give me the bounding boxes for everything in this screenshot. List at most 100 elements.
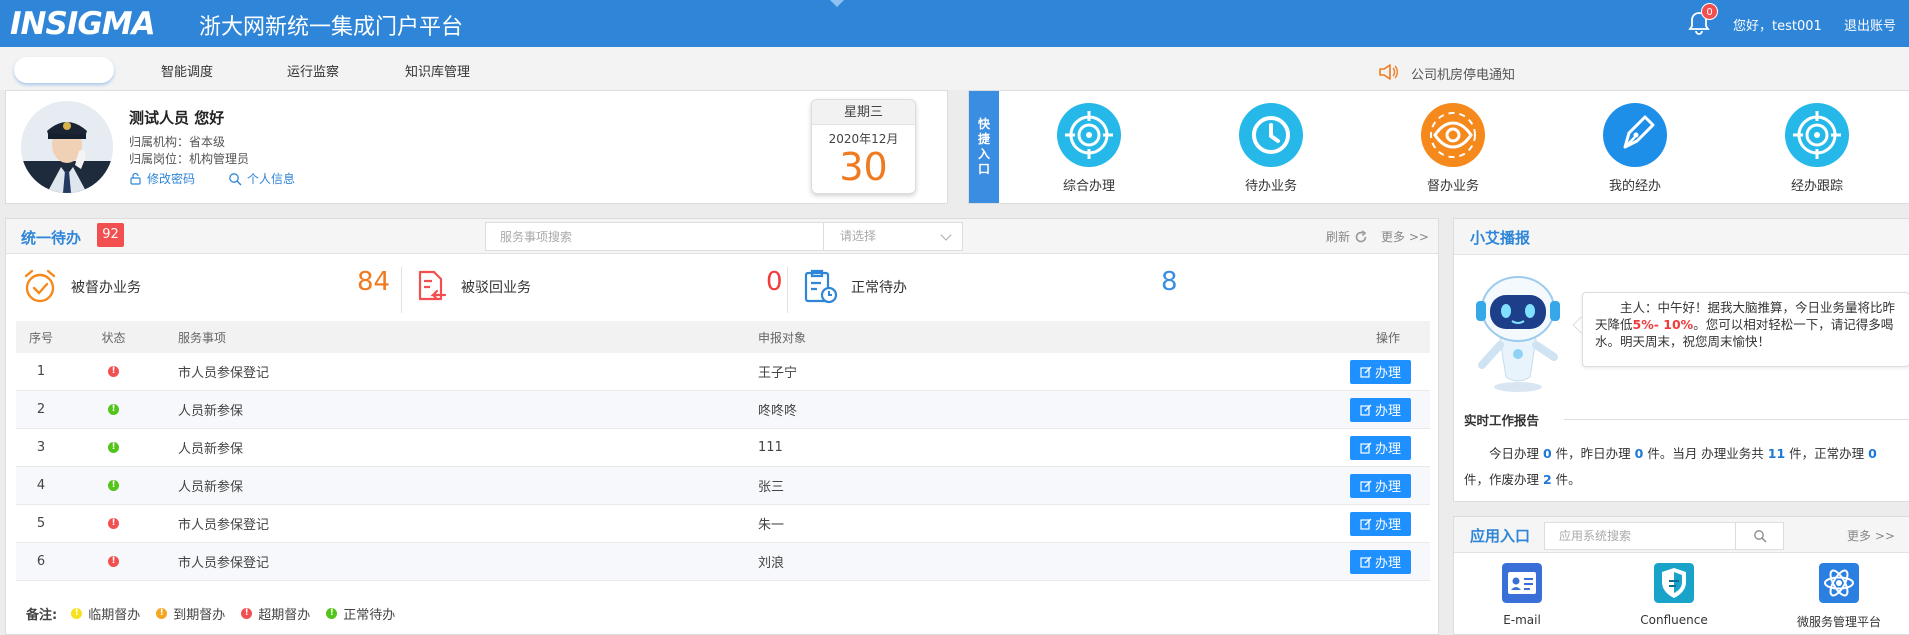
service-search-input[interactable] bbox=[486, 223, 825, 250]
nav-item-knowledge[interactable]: 知识库管理 bbox=[405, 61, 470, 80]
nav-bar: 智能调度 运行监察 知识库管理 公司机房停电通知 bbox=[0, 47, 1909, 90]
app-label: E-mail bbox=[1503, 613, 1541, 627]
report-text-part: 件，昨日办理 bbox=[1551, 446, 1635, 461]
status-select[interactable]: 请选择 bbox=[823, 222, 963, 251]
col-action: 操作 bbox=[1375, 330, 1400, 345]
row-target: 咚咚咚 bbox=[758, 404, 798, 419]
ai-message-highlight: 5%- 10% bbox=[1632, 317, 1694, 332]
personal-info-label: 个人信息 bbox=[247, 172, 296, 186]
app-title: 应用入口 bbox=[1470, 527, 1531, 545]
apps-more-link[interactable]: 更多 >> bbox=[1847, 527, 1895, 544]
refresh-label: 刷新 bbox=[1326, 230, 1351, 244]
edit-icon bbox=[1360, 442, 1372, 454]
table-row: 2 ! 人员新参保 咚咚咚 办理 bbox=[16, 391, 1430, 429]
avatar bbox=[21, 101, 113, 193]
quick-item-my-handled[interactable]: 我的经办 bbox=[1578, 91, 1688, 203]
ai-title: 小艾播报 bbox=[1470, 229, 1531, 247]
edit-icon bbox=[1360, 518, 1372, 530]
app-microservice[interactable]: 微服务管理平台 bbox=[1774, 563, 1904, 630]
speaker-icon bbox=[1379, 64, 1398, 80]
handle-label: 办理 bbox=[1374, 480, 1401, 495]
todo-table: 序号 状态 服务事项 申报对象 操作 1 ! 市人员参保登记 王子宁 办理 2 … bbox=[16, 321, 1430, 581]
ai-message-bubble: 主人：中午好！据我大脑推算，今日业务量将比昨天降低5%- 10%。您可以相对轻松… bbox=[1582, 292, 1909, 367]
row-no: 2 bbox=[36, 402, 46, 417]
status-legend: 备注: ! 临期督办 ! 到期督办 ! 超期督办 ! 正常待办 bbox=[26, 604, 411, 623]
quick-item-label: 我的经办 bbox=[1608, 179, 1661, 194]
status-dot-green: ! bbox=[108, 442, 119, 453]
app-search-button[interactable] bbox=[1735, 523, 1783, 549]
todo-panel: 统一待办 92 请选择 刷新 更多 >> 被督办业务 84 被驳回业务 bbox=[5, 218, 1439, 635]
legend-dot: ! bbox=[156, 608, 168, 619]
refresh-button[interactable]: 刷新 bbox=[1326, 228, 1368, 245]
quick-item-tracking[interactable]: 经办跟踪 bbox=[1760, 91, 1870, 203]
quick-item-pending[interactable]: 待办业务 bbox=[1214, 91, 1324, 203]
handle-button[interactable]: 办理 bbox=[1350, 359, 1411, 384]
clock-icon bbox=[1239, 103, 1303, 167]
target-icon bbox=[1785, 103, 1849, 167]
stat-normal[interactable]: 正常待办 8 bbox=[801, 259, 1181, 319]
status-dot-green: ! bbox=[108, 480, 119, 491]
row-target: 王子宁 bbox=[758, 366, 798, 381]
top-bar: INSIGMA 浙大网新统一集成门户平台 0 您好，test001 退出账号 bbox=[0, 0, 1909, 47]
date-day: 30 bbox=[839, 145, 888, 189]
app-search-input[interactable] bbox=[1545, 523, 1735, 549]
quick-item-label: 督办业务 bbox=[1426, 179, 1479, 194]
handle-button[interactable]: 办理 bbox=[1350, 435, 1411, 460]
handle-button[interactable]: 办理 bbox=[1350, 473, 1411, 498]
legend-text: 到期督办 bbox=[173, 608, 226, 623]
stat-label: 正常待办 bbox=[851, 280, 907, 296]
col-service: 服务事项 bbox=[178, 330, 227, 345]
top-notch bbox=[830, 0, 844, 7]
nav-item-scheduling[interactable]: 智能调度 bbox=[161, 61, 213, 80]
handle-button[interactable]: 办理 bbox=[1350, 549, 1411, 574]
handle-button[interactable]: 办理 bbox=[1350, 511, 1411, 536]
personal-info-link[interactable]: 个人信息 bbox=[228, 170, 295, 187]
divider bbox=[1564, 419, 1909, 420]
nav-item-monitoring[interactable]: 运行监察 bbox=[287, 61, 339, 80]
pen-icon bbox=[1603, 103, 1667, 167]
col-no: 序号 bbox=[28, 330, 53, 345]
status-dot-red: ! bbox=[108, 518, 119, 529]
row-no: 1 bbox=[36, 364, 46, 379]
change-password-link[interactable]: 修改密码 bbox=[129, 170, 195, 187]
target-icon bbox=[1057, 103, 1121, 167]
stat-rejected[interactable]: 被驳回业务 0 bbox=[411, 259, 791, 319]
stat-supervised[interactable]: 被督办业务 84 bbox=[21, 259, 401, 319]
quick-item-comprehensive[interactable]: 综合办理 bbox=[1032, 91, 1142, 203]
todo-count-badge: 92 bbox=[97, 223, 124, 247]
app-email[interactable]: E-mail bbox=[1462, 563, 1582, 627]
handle-label: 办理 bbox=[1374, 518, 1401, 533]
legend-dot: ! bbox=[326, 608, 338, 619]
app-search bbox=[1544, 522, 1784, 550]
app-confluence[interactable]: Confluence bbox=[1614, 563, 1734, 627]
table-row: 4 ! 人员新参保 张三 办理 bbox=[16, 467, 1430, 505]
search-icon bbox=[1753, 530, 1766, 543]
todo-more-link[interactable]: 更多 >> bbox=[1381, 228, 1429, 245]
user-panel: 测试人员 您好 归属机构：省本级 归属岗位：机构管理员 修改密码 个人信息 星期… bbox=[5, 90, 948, 204]
col-target: 申报对象 bbox=[758, 330, 807, 345]
logout-link[interactable]: 退出账号 bbox=[1844, 15, 1896, 34]
table-row: 5 ! 市人员参保登记 朱一 办理 bbox=[16, 505, 1430, 543]
handle-label: 办理 bbox=[1374, 556, 1401, 571]
row-no: 5 bbox=[36, 516, 46, 531]
stat-value: 8 bbox=[1161, 267, 1178, 297]
legend-text: 临期督办 bbox=[88, 608, 141, 623]
quick-item-supervise[interactable]: 督办业务 bbox=[1396, 91, 1506, 203]
row-service: 人员新参保 bbox=[178, 442, 244, 457]
ai-header: 小艾播报 bbox=[1454, 219, 1909, 255]
report-text-part: 件。 bbox=[1551, 472, 1581, 487]
edit-icon bbox=[1360, 556, 1372, 568]
alarm-clock-icon bbox=[24, 269, 56, 303]
notice-link[interactable]: 公司机房停电通知 bbox=[1411, 64, 1515, 83]
edit-icon bbox=[1360, 404, 1372, 416]
row-service: 市人员参保登记 bbox=[178, 556, 270, 571]
quick-item-label: 经办跟踪 bbox=[1790, 179, 1843, 194]
todo-title: 统一待办 bbox=[21, 229, 82, 247]
quick-entry-panel: 快捷入口 综合办理 待办业务 督办业务 我的经办 经办跟踪 bbox=[968, 90, 1909, 204]
nav-item-home[interactable] bbox=[14, 57, 114, 83]
edit-icon bbox=[1360, 366, 1372, 378]
row-service: 人员新参保 bbox=[178, 480, 244, 495]
handle-button[interactable]: 办理 bbox=[1350, 397, 1411, 422]
report-value-normal: 0 bbox=[1868, 446, 1877, 461]
logo: INSIGMA bbox=[10, 6, 156, 42]
